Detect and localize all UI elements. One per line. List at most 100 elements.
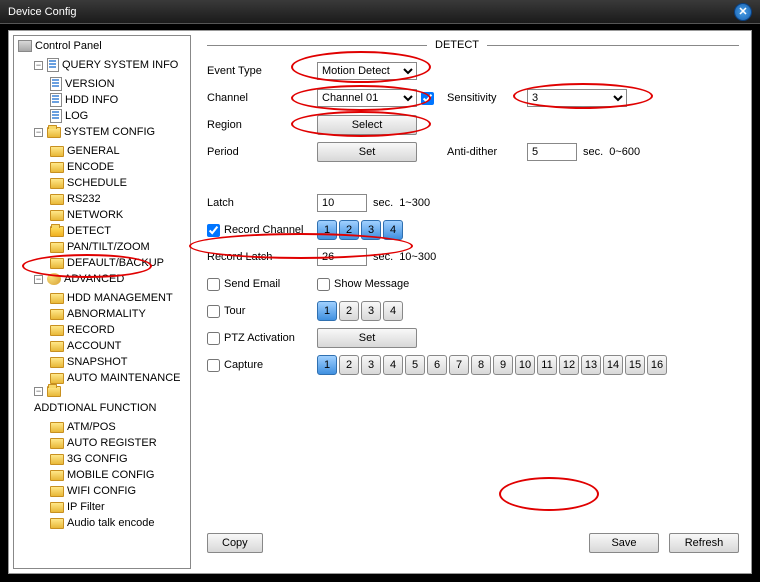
capture-channel-buttons: 12345678910111213141516 <box>317 355 669 375</box>
expand-icon[interactable]: − <box>34 128 43 137</box>
channel-button-14[interactable]: 14 <box>603 355 623 375</box>
check-show-message[interactable] <box>317 278 330 291</box>
tree-item-label[interactable]: SCHEDULE <box>67 175 127 191</box>
window-title: Device Config <box>8 6 76 18</box>
tree-root-label[interactable]: Control Panel <box>35 38 102 54</box>
folder-icon <box>50 210 64 221</box>
tree-item-label[interactable]: RECORD <box>67 322 115 338</box>
channel-button-3[interactable]: 3 <box>361 355 381 375</box>
label-record-latch: Record Latch <box>207 251 317 263</box>
channel-button-12[interactable]: 12 <box>559 355 579 375</box>
button-ptz-set[interactable]: Set <box>317 328 417 348</box>
folder-icon <box>50 518 64 529</box>
combo-sensitivity[interactable]: 3 <box>527 89 627 107</box>
sidebar-tree[interactable]: Control Panel−QUERY SYSTEM INFOVERSIONHD… <box>13 35 191 569</box>
folder-icon <box>50 373 64 384</box>
adv-icon <box>47 273 61 285</box>
tree-item-label[interactable]: NETWORK <box>67 207 123 223</box>
channel-button-2[interactable]: 2 <box>339 355 359 375</box>
tree-group-label[interactable]: QUERY SYSTEM INFO <box>62 57 178 73</box>
folder-icon <box>50 162 64 173</box>
label-sensitivity: Sensitivity <box>447 92 527 104</box>
folder-icon <box>50 178 64 189</box>
tree-item-label[interactable]: WIFI CONFIG <box>67 483 136 499</box>
channel-button-8[interactable]: 8 <box>471 355 491 375</box>
tree-item-label[interactable]: HDD INFO <box>65 92 118 108</box>
expand-icon[interactable]: − <box>34 275 43 284</box>
tree-item-label[interactable]: RS232 <box>67 191 101 207</box>
channel-button-1[interactable]: 1 <box>317 355 337 375</box>
label-tour: Tour <box>224 305 245 317</box>
channel-button-4[interactable]: 4 <box>383 301 403 321</box>
tree-item-label[interactable]: HDD MANAGEMENT <box>67 290 173 306</box>
input-antidither[interactable] <box>527 143 577 161</box>
combo-channel[interactable]: Channel 01 <box>317 89 417 107</box>
tree-item-label[interactable]: MOBILE CONFIG <box>67 467 154 483</box>
check-send-email[interactable] <box>207 278 220 291</box>
expand-icon[interactable]: − <box>34 387 43 396</box>
button-copy[interactable]: Copy <box>207 533 263 553</box>
folder-icon <box>50 309 64 320</box>
check-channel-enable[interactable] <box>421 92 434 105</box>
channel-button-15[interactable]: 15 <box>625 355 645 375</box>
tree-item-label[interactable]: GENERAL <box>67 143 120 159</box>
tree-item-label[interactable]: ATM/POS <box>67 419 116 435</box>
tree-item-label[interactable]: AUTO MAINTENANCE <box>67 370 180 386</box>
tree-group-label[interactable]: ADDTIONAL FUNCTION <box>34 400 156 416</box>
tree-item-label[interactable]: LOG <box>65 108 88 124</box>
tree-group-label[interactable]: SYSTEM CONFIG <box>64 124 155 140</box>
channel-button-2[interactable]: 2 <box>339 301 359 321</box>
tree-item-label[interactable]: ENCODE <box>67 159 114 175</box>
button-save[interactable]: Save <box>589 533 659 553</box>
channel-button-1[interactable]: 1 <box>317 220 337 240</box>
channel-button-3[interactable]: 3 <box>361 220 381 240</box>
folder-icon <box>50 226 64 237</box>
channel-button-10[interactable]: 10 <box>515 355 535 375</box>
input-record-latch[interactable] <box>317 248 367 266</box>
channel-button-11[interactable]: 11 <box>537 355 557 375</box>
tree-group-label[interactable]: ADVANCED <box>64 271 124 287</box>
channel-button-9[interactable]: 9 <box>493 355 513 375</box>
tree-item-label[interactable]: DEFAULT/BACKUP <box>67 255 164 271</box>
tree-item-label[interactable]: 3G CONFIG <box>67 451 128 467</box>
tree-item-label[interactable]: IP Filter <box>67 499 105 515</box>
channel-button-1[interactable]: 1 <box>317 301 337 321</box>
check-ptz[interactable] <box>207 332 220 345</box>
tree-item-label[interactable]: SNAPSHOT <box>67 354 128 370</box>
channel-button-13[interactable]: 13 <box>581 355 601 375</box>
tree-item-label[interactable]: DETECT <box>67 223 111 239</box>
channel-button-5[interactable]: 5 <box>405 355 425 375</box>
check-record-channel[interactable] <box>207 224 220 237</box>
button-refresh[interactable]: Refresh <box>669 533 739 553</box>
folder-icon <box>50 422 64 433</box>
folder-icon <box>50 293 64 304</box>
tree-item-label[interactable]: PAN/TILT/ZOOM <box>67 239 150 255</box>
combo-event-type[interactable]: Motion Detect <box>317 62 417 80</box>
folder-icon <box>50 146 64 157</box>
button-region-select[interactable]: Select <box>317 115 417 135</box>
tree-item-label[interactable]: Audio talk encode <box>67 515 154 531</box>
tree-item-label[interactable]: ABNORMALITY <box>67 306 146 322</box>
tree-item-label[interactable]: ACCOUNT <box>67 338 121 354</box>
folder-icon <box>50 454 64 465</box>
tree-item-label[interactable]: AUTO REGISTER <box>67 435 157 451</box>
record-channel-buttons: 1234 <box>317 220 405 240</box>
channel-button-3[interactable]: 3 <box>361 301 381 321</box>
check-tour[interactable] <box>207 305 220 318</box>
page-icon <box>47 58 59 72</box>
expand-icon[interactable]: − <box>34 61 43 70</box>
button-period-set[interactable]: Set <box>317 142 417 162</box>
close-icon[interactable]: ✕ <box>734 3 752 21</box>
channel-button-7[interactable]: 7 <box>449 355 469 375</box>
label-ptz: PTZ Activation <box>224 332 295 344</box>
channel-button-6[interactable]: 6 <box>427 355 447 375</box>
check-capture[interactable] <box>207 359 220 372</box>
control-panel-icon <box>18 40 32 52</box>
channel-button-4[interactable]: 4 <box>383 355 403 375</box>
input-latch[interactable] <box>317 194 367 212</box>
channel-button-4[interactable]: 4 <box>383 220 403 240</box>
channel-button-2[interactable]: 2 <box>339 220 359 240</box>
tree-item-label[interactable]: VERSION <box>65 76 115 92</box>
channel-button-16[interactable]: 16 <box>647 355 667 375</box>
annotation-ellipse <box>499 477 599 511</box>
